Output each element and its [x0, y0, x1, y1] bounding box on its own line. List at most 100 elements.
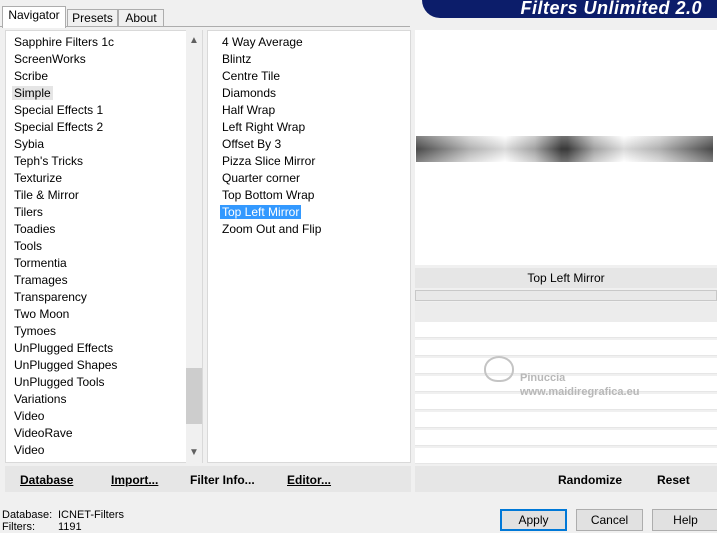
- filter-list: 4 Way Average Blintz Centre Tile Diamonds Ha…: [208, 31, 410, 238]
- category-item-label: Scribe: [14, 69, 49, 83]
- filter-item-label: Blintz: [222, 52, 252, 66]
- category-item[interactable]: Variations: [12, 391, 202, 408]
- filter-item[interactable]: Diamonds: [220, 85, 410, 102]
- filter-item[interactable]: Left Right Wrap: [220, 119, 410, 136]
- category-item[interactable]: ScreenWorks: [12, 51, 202, 68]
- category-item[interactable]: Tormentia: [12, 255, 202, 272]
- scrollbar-thumb[interactable]: [186, 368, 202, 424]
- category-item[interactable]: Tilers: [12, 204, 202, 221]
- database-button[interactable]: Database: [20, 473, 73, 487]
- category-item-label: UnPlugged Shapes: [14, 358, 118, 372]
- category-item[interactable]: Sapphire Filters 1c: [12, 34, 202, 51]
- category-item-label: Transparency: [14, 290, 87, 304]
- filter-item-label: Diamonds: [222, 86, 277, 100]
- scroll-down-arrow-icon[interactable]: ▼: [186, 446, 202, 460]
- category-item-label: Sapphire Filters 1c: [14, 35, 115, 49]
- left-button-bar: Database Import... Filter Info... Editor…: [5, 466, 411, 492]
- category-item-label: UnPlugged Tools: [14, 375, 105, 389]
- filter-item[interactable]: Offset By 3: [220, 136, 410, 153]
- category-item[interactable]: Tools: [12, 238, 202, 255]
- category-item-label: UnPlugged Effects: [14, 341, 114, 355]
- filter-item[interactable]: Pizza Slice Mirror: [220, 153, 410, 170]
- category-item[interactable]: Teph's Tricks: [12, 153, 202, 170]
- filter-item-label: Centre Tile: [222, 69, 281, 83]
- filter-list-panel: 4 Way Average Blintz Centre Tile Diamonds Ha…: [207, 30, 411, 463]
- status-database-label: Database:: [2, 509, 53, 521]
- editor-button[interactable]: Editor...: [287, 473, 331, 487]
- category-item-label: Tilers: [14, 205, 43, 219]
- tab-about[interactable]: About: [118, 9, 164, 27]
- category-item-label: Sybia: [14, 137, 45, 151]
- reset-button[interactable]: Reset: [657, 473, 690, 487]
- preview-image: [416, 136, 713, 162]
- category-item[interactable]: VideoRave: [12, 425, 202, 442]
- category-item[interactable]: Tramages: [12, 272, 202, 289]
- watermark-text: Pinuccia: [520, 372, 566, 384]
- filter-item-label: Pizza Slice Mirror: [222, 154, 316, 168]
- category-item-label: Tymoes: [14, 324, 57, 338]
- category-item-label: Tile & Mirror: [14, 188, 79, 202]
- randomize-button[interactable]: Randomize: [558, 473, 622, 487]
- category-item[interactable]: UnPlugged Effects: [12, 340, 202, 357]
- category-item[interactable]: Simple: [12, 85, 202, 102]
- filter-item[interactable]: Zoom Out and Flip: [220, 221, 410, 238]
- control-slider-track[interactable]: [415, 290, 717, 301]
- filter-item[interactable]: Centre Tile: [220, 68, 410, 85]
- filter-item-label: Zoom Out and Flip: [222, 222, 322, 236]
- filter-item-label: Top Bottom Wrap: [222, 188, 315, 202]
- filter-item[interactable]: Blintz: [220, 51, 410, 68]
- category-item[interactable]: UnPlugged Shapes: [12, 357, 202, 374]
- filter-item[interactable]: Half Wrap: [220, 102, 410, 119]
- category-list-panel: Sapphire Filters 1c ScreenWorks Scribe Simp…: [5, 30, 203, 463]
- category-item[interactable]: Transparency: [12, 289, 202, 306]
- filter-item-label: Left Right Wrap: [222, 120, 306, 134]
- scroll-up-arrow-icon[interactable]: ▲: [186, 34, 202, 48]
- category-item-label: Tools: [14, 239, 43, 253]
- tab-presets[interactable]: Presets: [67, 9, 118, 27]
- filter-name-title: Top Left Mirror: [415, 268, 717, 288]
- category-item[interactable]: Tile & Mirror: [12, 187, 202, 204]
- control-slot: [415, 302, 717, 322]
- category-item[interactable]: Toadies: [12, 221, 202, 238]
- category-item[interactable]: Video: [12, 408, 202, 425]
- import-button[interactable]: Import...: [111, 473, 158, 487]
- category-item[interactable]: Special Effects 1: [12, 102, 202, 119]
- filter-item[interactable]: Top Left Mirror: [220, 204, 410, 221]
- preview-area: [415, 30, 717, 265]
- filter-item[interactable]: Top Bottom Wrap: [220, 187, 410, 204]
- filter-item-label: Half Wrap: [222, 103, 276, 117]
- category-item[interactable]: Texturize: [12, 170, 202, 187]
- filter-info-button[interactable]: Filter Info...: [190, 473, 255, 487]
- filter-item[interactable]: 4 Way Average: [220, 34, 410, 51]
- cancel-button[interactable]: Cancel: [576, 509, 643, 531]
- category-item[interactable]: Scribe: [12, 68, 202, 85]
- filter-item[interactable]: Quarter corner: [220, 170, 410, 187]
- category-item-label: Variations: [14, 392, 67, 406]
- category-item[interactable]: UnPlugged Tools: [12, 374, 202, 391]
- category-list: Sapphire Filters 1c ScreenWorks Scribe Simp…: [6, 31, 202, 459]
- category-item-label: Tramages: [14, 273, 68, 287]
- status-database-value: ICNET-Filters: [58, 509, 124, 521]
- watermark-heart-icon: [484, 356, 514, 382]
- category-item[interactable]: Video: [12, 442, 202, 459]
- tab-navigator[interactable]: Navigator: [2, 6, 66, 28]
- help-button[interactable]: Help: [652, 509, 717, 531]
- app-logo-title: Filters Unlimited 2.0: [422, 0, 717, 18]
- category-item-label: Toadies: [14, 222, 56, 236]
- status-filters-label: Filters:: [2, 521, 35, 533]
- category-item[interactable]: Sybia: [12, 136, 202, 153]
- category-item-label: Special Effects 2: [14, 120, 104, 134]
- filter-item-label: Top Left Mirror: [220, 205, 302, 219]
- category-item-label: Two Moon: [14, 307, 70, 321]
- category-item-label: Tormentia: [14, 256, 67, 270]
- category-item-label: VideoRave: [14, 426, 73, 440]
- category-item[interactable]: Special Effects 2: [12, 119, 202, 136]
- apply-button[interactable]: Apply: [500, 509, 567, 531]
- filter-item-label: Quarter corner: [222, 171, 301, 185]
- category-item[interactable]: Tymoes: [12, 323, 202, 340]
- filter-item-label: 4 Way Average: [222, 35, 303, 49]
- category-item[interactable]: Two Moon: [12, 306, 202, 323]
- category-item-label: Video: [14, 443, 45, 457]
- watermark-url: www.maidiregrafica.eu: [520, 386, 640, 398]
- filter-item-label: Offset By 3: [222, 137, 282, 151]
